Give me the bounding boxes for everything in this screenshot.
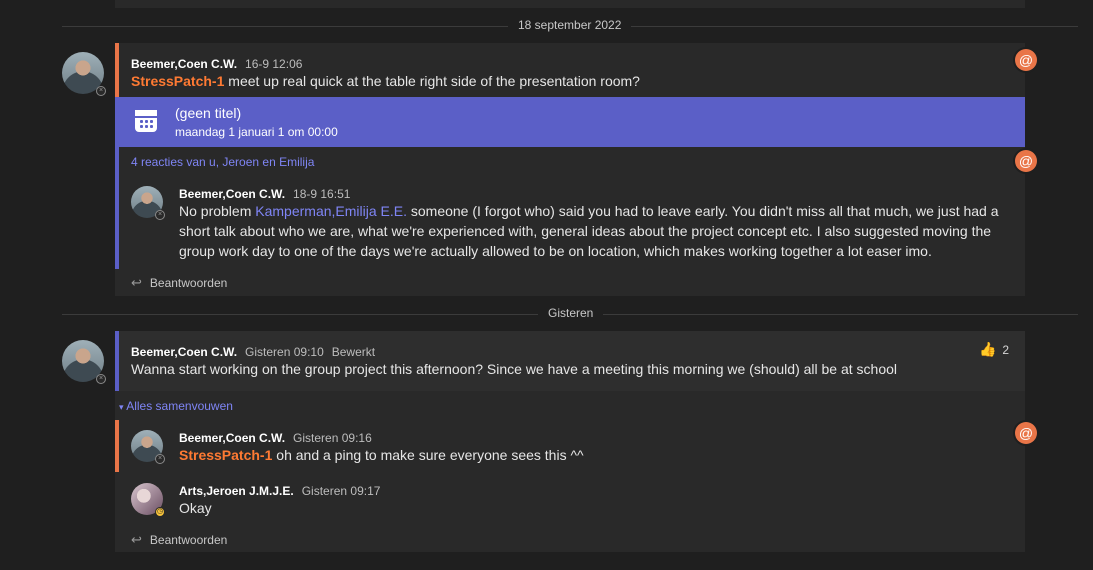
reply-text: No problem	[179, 203, 256, 219]
reply-thread-bar	[115, 147, 119, 269]
avatar[interactable]: ◷	[131, 483, 165, 517]
event-title: (geen titel)	[175, 105, 242, 121]
avatar[interactable]: ×	[62, 340, 106, 384]
presence-offline-icon: ×	[96, 374, 106, 384]
reply-button[interactable]: ↩ Beantwoorden	[131, 532, 227, 548]
reply-text: short talk about who we are, what we're …	[179, 223, 992, 239]
reaction-count: 2	[1002, 343, 1010, 357]
event-subtitle: maandag 1 januari 1 om 00:00	[175, 125, 338, 139]
author-name[interactable]: Arts,Jeroen J.M.J.E.	[179, 484, 294, 498]
presence-offline-icon: ×	[155, 210, 165, 220]
mention-tag[interactable]: Kamperman,Emilija E.E.	[255, 203, 407, 219]
avatar[interactable]: ×	[131, 186, 165, 220]
mention-icon: @	[1015, 49, 1037, 71]
chevron-down-icon: ▾	[119, 402, 124, 412]
date-divider-label: Gisteren	[538, 306, 604, 320]
reply-label: Beantwoorden	[149, 533, 228, 547]
calendar-icon	[135, 110, 157, 132]
author-name[interactable]: Beemer,Coen C.W.	[131, 57, 237, 71]
thumbs-up-icon: 👍	[979, 341, 997, 357]
author-name[interactable]: Beemer,Coen C.W.	[131, 345, 237, 359]
reply-button[interactable]: ↩ Beantwoorden	[131, 275, 227, 291]
timestamp: Gisteren 09:10	[245, 345, 324, 359]
timestamp: 18-9 16:51	[293, 187, 351, 201]
timestamp: 16-9 12:06	[245, 57, 303, 71]
reply-arrow-icon: ↩	[131, 275, 142, 290]
mention-bar	[115, 420, 119, 472]
message-bar	[115, 331, 119, 391]
reply-header: Arts,Jeroen J.M.J.E. Gisteren 09:17	[179, 482, 380, 498]
collapse-label: Alles samenvouwen	[126, 399, 233, 413]
timestamp: Gisteren 09:16	[293, 431, 372, 445]
reply-text: someone (I forgot who) said you had to l…	[406, 203, 999, 219]
timestamp: Gisteren 09:17	[301, 484, 381, 498]
reply-label: Beantwoorden	[149, 276, 228, 290]
reactions-summary-link[interactable]: 4 reacties van u, Jeroen en Emilija	[131, 155, 314, 169]
presence-offline-icon: ×	[155, 454, 165, 464]
mention-icon: @	[1015, 150, 1037, 172]
reply-header: Beemer,Coen C.W. Gisteren 09:16	[179, 429, 372, 445]
reply-text: Okay	[179, 500, 212, 516]
reply-body: No problem Kamperman,Emilija E.E. someon…	[179, 201, 1019, 261]
presence-away-icon: ◷	[155, 507, 165, 517]
message-header: Beemer,Coen C.W. Gisteren 09:10 Bewerkt	[131, 343, 375, 359]
avatar[interactable]: ×	[131, 430, 165, 464]
mention-icon: @	[1015, 422, 1037, 444]
message-text: Wanna start working on the group project…	[131, 361, 898, 377]
reply-text: group work day to one of the days we're …	[179, 243, 932, 259]
calendar-event-card[interactable]: (geen titel) maandag 1 januari 1 om 00:0…	[115, 97, 1025, 147]
author-name[interactable]: Beemer,Coen C.W.	[179, 187, 285, 201]
avatar[interactable]: ×	[62, 52, 106, 96]
author-name[interactable]: Beemer,Coen C.W.	[179, 431, 285, 445]
reply-arrow-icon: ↩	[131, 532, 142, 547]
message-text: meet up real quick at the table right si…	[224, 73, 640, 89]
presence-offline-icon: ×	[96, 86, 106, 96]
reply-body: StressPatch-1 oh and a ping to make sure…	[179, 445, 584, 465]
message-header: Beemer,Coen C.W. 16-9 12:06	[131, 55, 302, 71]
mention-tag[interactable]: StressPatch-1	[179, 447, 272, 463]
reaction-like[interactable]: 👍 2	[979, 341, 1009, 358]
collapse-all-button[interactable]: ▾ Alles samenvouwen	[119, 399, 233, 413]
reply-header: Beemer,Coen C.W. 18-9 16:51	[179, 185, 350, 201]
reply-text: oh and a ping to make sure everyone sees…	[272, 447, 584, 463]
edited-label: Bewerkt	[331, 345, 376, 359]
date-divider-label: 18 september 2022	[508, 18, 632, 32]
message-body: StressPatch-1 meet up real quick at the …	[131, 71, 640, 91]
previous-message-card	[115, 0, 1025, 8]
mention-tag[interactable]: StressPatch-1	[131, 73, 224, 89]
